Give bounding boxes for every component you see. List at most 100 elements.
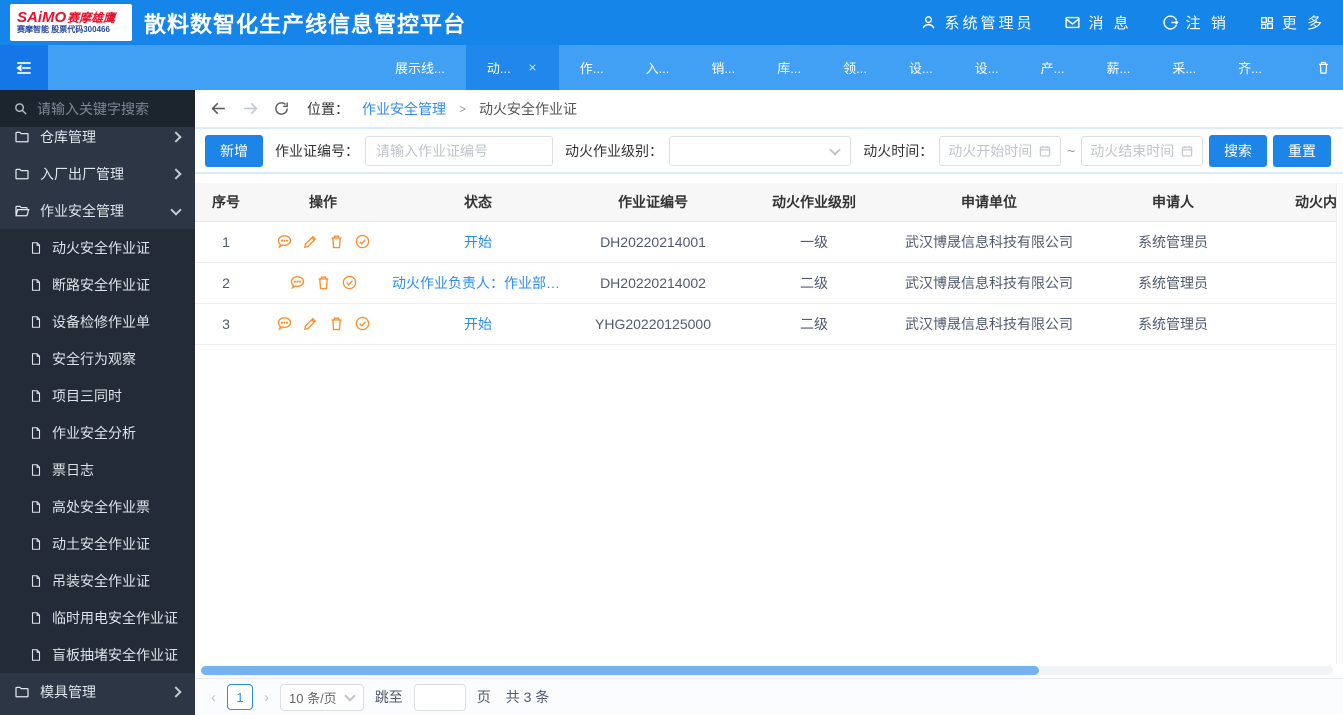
tab[interactable]: 库...	[756, 45, 822, 90]
tab[interactable]: 设...	[954, 45, 1020, 90]
jump-page-input[interactable]	[413, 683, 466, 711]
forward-icon[interactable]	[241, 99, 260, 118]
sidebar-item[interactable]: 盲板抽堵安全作业证	[0, 636, 195, 673]
user-icon	[920, 14, 937, 31]
breadcrumb-parent-link[interactable]: 作业安全管理	[362, 99, 446, 119]
sidebar-section-label: 模具管理	[40, 683, 96, 700]
approve-icon[interactable]	[341, 274, 358, 291]
messages-button[interactable]: 消 息	[1064, 12, 1131, 33]
page-number-button[interactable]: 1	[227, 684, 253, 710]
file-icon	[29, 648, 43, 662]
row-actions	[257, 315, 389, 332]
sidebar-item[interactable]: 票日志	[0, 451, 195, 488]
cell-fire-content	[1257, 303, 1343, 345]
column-header: 申请人	[1089, 183, 1257, 222]
vertical-scrollbar[interactable]	[1336, 183, 1343, 664]
cell-level: 二级	[739, 262, 889, 304]
table-row: 1 开始 DH20220214001 一级 武汉博晟信息科技有限公司 系统管理员	[195, 221, 1343, 263]
tab[interactable]: 产...	[1020, 45, 1086, 90]
cell-operations	[257, 221, 389, 263]
comment-icon[interactable]	[276, 315, 293, 332]
top-header: SAiMO赛摩雄鹰 赛摩智能 股票代码300466 散料数智化生产线信息管控平台…	[0, 0, 1343, 45]
sidebar-item[interactable]: 动土安全作业证	[0, 525, 195, 562]
sidebar-section[interactable]: 入厂出厂管理	[0, 155, 195, 192]
sidebar-search-input[interactable]	[37, 100, 177, 117]
comment-icon[interactable]	[276, 233, 293, 250]
breadcrumb-bar: 位置： 作业安全管理 > 动火安全作业证	[195, 90, 1343, 129]
delete-icon[interactable]	[315, 274, 332, 291]
folder-icon	[14, 129, 30, 145]
sidebar-item-label: 设备检修作业单	[52, 313, 150, 330]
sidebar-item[interactable]: 断路安全作业证	[0, 266, 195, 303]
end-time-picker[interactable]: 动火结束时间	[1081, 135, 1203, 166]
tab-label: 薪...	[1106, 61, 1131, 76]
table-row: 2 动火作业负责人：作业部门... DH20220214002 二级 武汉博晟信息科技有…	[195, 262, 1343, 304]
page-size-select[interactable]: 10 条/页	[280, 683, 364, 711]
edit-icon[interactable]	[302, 315, 319, 332]
file-icon	[29, 463, 43, 477]
column-header: 动火内	[1257, 183, 1343, 222]
sidebar-item[interactable]: 作业安全分析	[0, 414, 195, 451]
status-link[interactable]: 开始	[464, 232, 492, 252]
delete-icon[interactable]	[328, 233, 345, 250]
next-page-button[interactable]: ›	[264, 689, 269, 706]
tab[interactable]: 销...	[690, 45, 756, 90]
status-link[interactable]: 动火作业负责人：作业部门...	[392, 273, 564, 293]
comment-icon[interactable]	[289, 274, 306, 291]
horizontal-scrollbar-thumb[interactable]	[201, 666, 1039, 675]
reset-button[interactable]: 重置	[1273, 134, 1331, 167]
delete-icon[interactable]	[328, 315, 345, 332]
status-link[interactable]: 开始	[464, 314, 492, 334]
cell-status: 动火作业负责人：作业部门...	[389, 262, 567, 304]
sidebar-item[interactable]: 安全行为观察	[0, 340, 195, 377]
tab[interactable]: 设...	[888, 45, 954, 90]
tab[interactable]: 薪...	[1085, 45, 1151, 90]
approve-icon[interactable]	[354, 233, 371, 250]
edit-icon[interactable]	[302, 233, 319, 250]
add-button[interactable]: 新增	[205, 134, 263, 167]
tab[interactable]: 入...	[625, 45, 691, 90]
tab-close-icon[interactable]	[527, 62, 538, 73]
approve-icon[interactable]	[354, 315, 371, 332]
tab[interactable]: 作...	[559, 45, 625, 90]
sidebar-item[interactable]: 设备检修作业单	[0, 303, 195, 340]
sidebar-item[interactable]: 动火安全作业证	[0, 229, 195, 266]
pagination-bar: ‹ 1 › 10 条/页 跳至 页 共 3 条	[195, 678, 1343, 715]
sidebar-section[interactable]: 作业安全管理	[0, 192, 195, 229]
logout-button[interactable]: 注 销	[1162, 12, 1229, 33]
refresh-icon[interactable]	[273, 100, 290, 117]
more-button[interactable]: 更 多	[1259, 12, 1325, 33]
close-all-tabs-button[interactable]	[1312, 45, 1335, 90]
prev-page-button[interactable]: ‹	[211, 689, 216, 706]
more-label: 更 多	[1281, 15, 1325, 32]
sidebar-section[interactable]: 模具管理	[0, 673, 195, 710]
total-count: 共 3 条	[505, 689, 550, 705]
breadcrumb-separator: >	[459, 101, 467, 116]
back-icon[interactable]	[209, 99, 228, 118]
tab-label: 齐...	[1238, 61, 1262, 76]
tab[interactable]: 齐...	[1217, 45, 1283, 90]
fire-level-select[interactable]	[669, 135, 852, 166]
cell-fire-content	[1257, 221, 1343, 263]
tab[interactable]: 领...	[822, 45, 888, 90]
user-menu[interactable]: 系统管理员	[920, 12, 1034, 33]
tab[interactable]: 采...	[1151, 45, 1217, 90]
permits-table: 序号 操作 状态 作业证编号 动火作业级别 申请单位 申请人 动火内 1 开始 DH2022021…	[195, 183, 1343, 345]
logo-subtext: 赛摩智能 股票代码300466	[17, 25, 110, 35]
chevron-down-icon	[171, 206, 181, 216]
fire-level-label: 动火作业级别：	[565, 142, 663, 159]
sidebar-search[interactable]	[0, 90, 195, 127]
start-time-picker[interactable]: 动火开始时间	[939, 135, 1062, 166]
breadcrumb-current: 动火安全作业证	[479, 100, 578, 117]
tab[interactable]: 动...	[465, 45, 559, 90]
sidebar-item[interactable]: 临时用电安全作业证	[0, 599, 195, 636]
sidebar-item[interactable]: 项目三同时	[0, 377, 195, 414]
cert-number-input[interactable]	[365, 135, 553, 166]
column-header: 作业证编号	[567, 183, 739, 222]
search-button[interactable]: 搜索	[1209, 134, 1267, 167]
sidebar-item[interactable]: 高处安全作业票	[0, 488, 195, 525]
sidebar-item[interactable]: 吊装安全作业证	[0, 562, 195, 599]
cell-unit: 武汉博晟信息科技有限公司	[889, 221, 1089, 263]
sidebar-collapse-button[interactable]	[0, 45, 48, 90]
tab[interactable]: 展示线...	[374, 45, 466, 90]
